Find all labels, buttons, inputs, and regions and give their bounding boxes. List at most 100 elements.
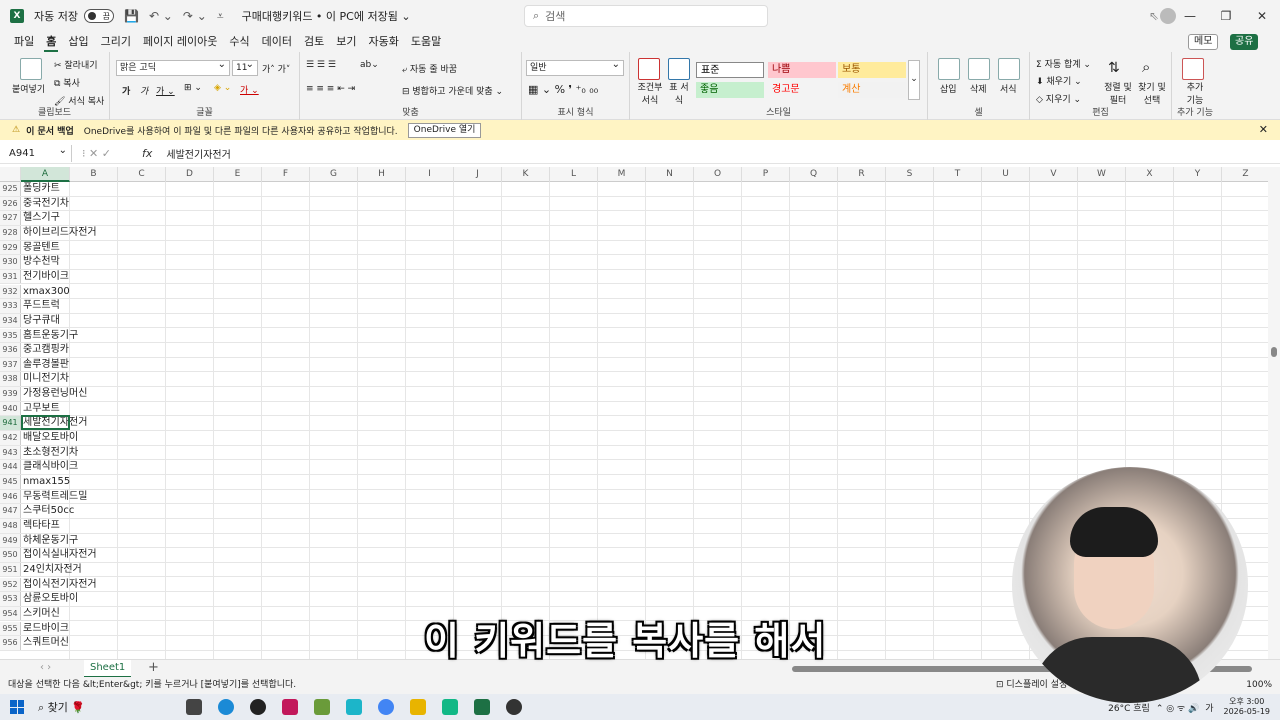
column-header[interactable]: J <box>454 167 502 182</box>
app-icon[interactable] <box>250 699 266 715</box>
column-header[interactable]: M <box>598 167 646 182</box>
cell-style-5[interactable]: 계산 <box>838 82 906 98</box>
formula-input[interactable]: 세발전기자전거 <box>166 146 230 161</box>
row-header[interactable]: 952 <box>0 577 21 592</box>
cell-a[interactable]: 전기바이크 <box>23 270 69 284</box>
row-header[interactable]: 929 <box>0 240 21 255</box>
cell-a[interactable]: 고무보트 <box>23 402 60 416</box>
column-header[interactable]: B <box>70 167 118 182</box>
cell-a[interactable]: 스키머신 <box>23 607 60 621</box>
row-header[interactable]: 927 <box>0 211 21 225</box>
paste-button[interactable]: 붙여넣기 <box>12 82 45 95</box>
scroll-thumb[interactable] <box>1271 347 1277 357</box>
app-icon[interactable] <box>506 699 522 715</box>
cell-style-4[interactable]: 경고문 <box>768 82 836 98</box>
sort-filter-icon[interactable]: ⇅ <box>1108 60 1120 76</box>
column-header[interactable]: H <box>358 167 406 182</box>
format-cells-button[interactable]: 서식 <box>1000 82 1017 95</box>
row-header[interactable]: 925 <box>0 182 21 196</box>
chrome-icon[interactable] <box>378 699 394 715</box>
cell-a[interactable]: 로드바이크 <box>23 622 69 636</box>
customize-qat-icon[interactable]: ⩡ <box>217 9 224 24</box>
cell-a[interactable]: xmax300 <box>23 285 70 299</box>
row-header[interactable]: 935 <box>0 328 21 343</box>
underline-icon[interactable]: 가 ⌄ <box>156 84 175 97</box>
row-header[interactable]: 948 <box>0 518 21 533</box>
tab-7[interactable]: 검토 <box>302 32 326 52</box>
minimize-icon[interactable]: — <box>1172 9 1208 23</box>
column-header[interactable]: R <box>838 167 886 182</box>
row-header[interactable]: 930 <box>0 255 21 269</box>
row-header[interactable]: 932 <box>0 284 21 299</box>
column-header[interactable]: I <box>406 167 454 182</box>
font-family-select[interactable]: 맑은 고딕 <box>116 58 230 76</box>
cell-a[interactable]: 하이브리드자전거 <box>23 226 97 240</box>
undo-icon[interactable]: ↶ ⌄ <box>149 9 173 23</box>
insert-cells-icon[interactable] <box>938 58 960 80</box>
row-header[interactable]: 941 <box>0 416 21 430</box>
column-header[interactable]: O <box>694 167 742 182</box>
cell-a[interactable]: 스쿠터50cc <box>23 504 74 518</box>
column-header[interactable]: W <box>1078 167 1126 182</box>
cell-a[interactable]: 중국전기차 <box>23 197 69 211</box>
row-header[interactable]: 936 <box>0 343 21 357</box>
cell-a[interactable]: 24인치자전거 <box>23 563 82 577</box>
row-header[interactable]: 940 <box>0 401 21 416</box>
autosum-button[interactable]: Σ 자동 합계 ⌄ <box>1036 57 1091 70</box>
cell-a[interactable]: 무동력트레드밀 <box>23 490 87 504</box>
zoom-level[interactable]: 100% <box>1246 677 1272 694</box>
row-header[interactable]: 947 <box>0 504 21 518</box>
row-header[interactable]: 953 <box>0 592 21 606</box>
find-select-button[interactable]: 찾기 및 선택 <box>1136 80 1168 106</box>
ime-indicator[interactable]: 가 <box>1205 701 1213 714</box>
row-header[interactable]: 938 <box>0 372 21 387</box>
cell-style-2[interactable]: 보통 <box>838 62 906 78</box>
vertical-scrollbar[interactable] <box>1268 167 1280 659</box>
number-format-select[interactable]: 일반 <box>526 58 624 76</box>
cell-a[interactable]: 접이식실내자전거 <box>23 548 97 562</box>
cell-a[interactable]: nmax155 <box>23 475 70 489</box>
add-sheet-icon[interactable]: + <box>148 660 159 675</box>
column-header[interactable]: K <box>502 167 550 182</box>
row-header[interactable]: 926 <box>0 196 21 211</box>
column-header[interactable]: Z <box>1222 167 1268 182</box>
app-icon[interactable] <box>282 699 298 715</box>
autosave-toggle[interactable]: 끔 <box>83 9 114 23</box>
wrap-text-button[interactable]: ⤶ 자동 줄 바꿈 <box>402 62 457 75</box>
addins-icon[interactable] <box>1182 58 1204 80</box>
row-header[interactable]: 955 <box>0 621 21 636</box>
align-left-icon[interactable]: ≡ ≡ ≡ ⇤ ⇥ <box>306 84 355 94</box>
cell-a[interactable]: 가정용런닝머신 <box>23 387 87 401</box>
tab-3[interactable]: 그리기 <box>99 32 133 52</box>
edge-icon[interactable] <box>218 699 234 715</box>
row-header[interactable]: 943 <box>0 445 21 460</box>
column-header[interactable]: P <box>742 167 790 182</box>
row-header[interactable]: 956 <box>0 636 21 650</box>
tab-4[interactable]: 페이지 레이아웃 <box>141 32 219 52</box>
row-header[interactable]: 942 <box>0 431 21 445</box>
formula-cancel-confirm-icons[interactable]: ⁝ ✕ ✓ <box>82 147 142 160</box>
cell-a[interactable]: 중고캠핑카 <box>23 343 69 357</box>
cell-a[interactable]: 헬스기구 <box>23 211 60 225</box>
row-header[interactable]: 949 <box>0 533 21 548</box>
format-table-button[interactable]: 표 서식 <box>666 80 692 106</box>
column-header[interactable]: X <box>1126 167 1174 182</box>
row-header[interactable]: 944 <box>0 460 21 474</box>
file-name[interactable]: 구매대행키워드 • 이 PC에 저장됨 ⌄ <box>242 8 411 24</box>
cell-a[interactable]: 스쿼트머신 <box>23 636 69 650</box>
app-icon[interactable] <box>346 699 362 715</box>
conditional-format-icon[interactable] <box>638 58 660 80</box>
row-header[interactable]: 928 <box>0 225 21 240</box>
tab-9[interactable]: 자동화 <box>366 32 400 52</box>
tab-0[interactable]: 파일 <box>12 32 36 52</box>
column-header[interactable]: U <box>982 167 1030 182</box>
column-header[interactable]: T <box>934 167 982 182</box>
cell-a[interactable]: 렉타타프 <box>23 519 60 533</box>
cell-a[interactable]: 당구큐대 <box>23 314 60 328</box>
cell-a[interactable]: 방수천막 <box>23 255 60 269</box>
cell-style-0[interactable]: 표준 <box>696 62 764 78</box>
styles-more-icon[interactable]: ⌄ <box>908 60 920 100</box>
delete-cells-button[interactable]: 삭제 <box>970 82 987 95</box>
name-box[interactable]: A941 <box>6 142 72 162</box>
tab-6[interactable]: 데이터 <box>260 32 294 52</box>
